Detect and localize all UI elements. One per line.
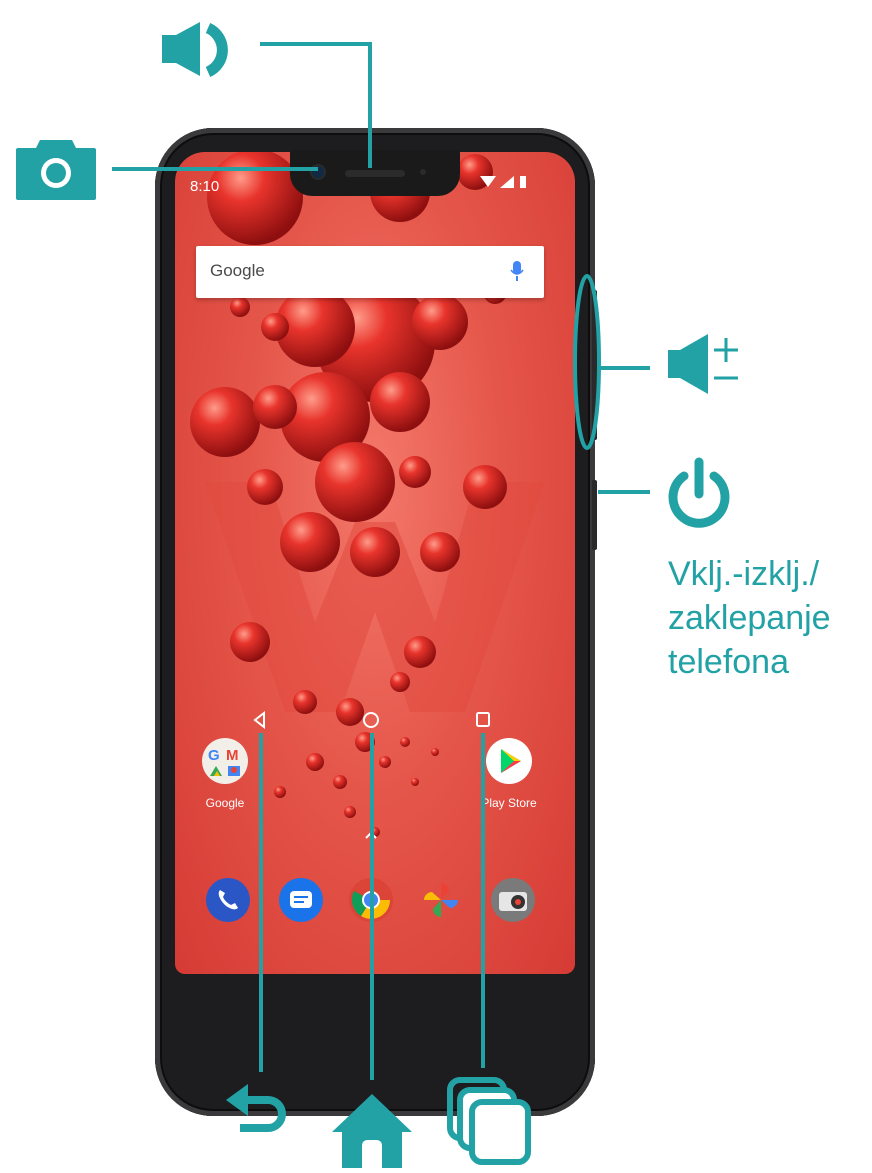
power-label-line: telefona [668,643,789,681]
power-label-line: Vklj.-izklj./ [668,555,820,593]
power-icon [668,457,730,528]
volume-plus-minus-icon [668,334,738,394]
back-arrow-icon [226,1084,286,1132]
phone-diagram: 8:10 Google G M Google Play Store Vklj.-… [0,0,872,1173]
speaker-icon [162,22,228,78]
home-icon [332,1094,412,1168]
camera-icon [16,140,96,200]
power-label-line: zaklepanje [668,599,831,637]
recent-apps-icon [447,1077,531,1165]
power-callout-label: Vklj.-izklj./ zaklepanje telefona [668,552,868,684]
